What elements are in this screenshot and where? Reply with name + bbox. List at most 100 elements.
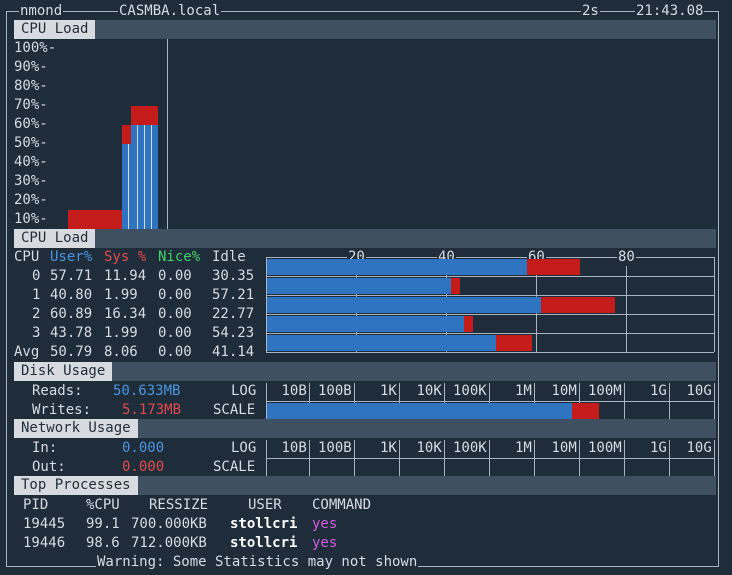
scale-divider xyxy=(399,440,400,478)
cpu-sys: 16.34 xyxy=(104,306,147,322)
cpu-idle: 57.21 xyxy=(212,287,255,303)
bar-chart-right-border xyxy=(714,257,715,352)
cpu-user-bar xyxy=(267,316,464,332)
scale-divider xyxy=(624,383,625,421)
proc-ressize: 700.000KB xyxy=(131,516,207,532)
cpu-idle: 22.77 xyxy=(212,306,255,322)
scale-tick-label: 1M xyxy=(515,383,532,399)
y-tick-label: 90%- xyxy=(14,59,48,75)
graph-sys-bar xyxy=(68,210,122,229)
col-user: User% xyxy=(50,249,93,265)
clock-time: 21:43.08 xyxy=(635,2,705,20)
network-usage-label: Network Usage xyxy=(14,419,138,438)
disk-reads-label: Reads: xyxy=(32,383,83,399)
scale-tick-label: 100M xyxy=(588,440,622,456)
scale-tick-label: 100B xyxy=(318,383,352,399)
scale-tick-label: 10B xyxy=(281,440,307,456)
host-name: CASMBA.local xyxy=(118,2,222,20)
top-processes-header: Top Processes xyxy=(14,476,716,495)
scale-tick-label: 10G xyxy=(686,440,712,456)
col-sys: Sys % xyxy=(104,249,147,265)
y-tick-label: 30%- xyxy=(14,173,48,189)
bar-chart-grid-vline xyxy=(626,257,627,352)
scale-right-border xyxy=(714,440,715,478)
proc-col-user: USER xyxy=(248,497,282,513)
col-idle: Idle xyxy=(212,249,246,265)
y-tick-label: 70%- xyxy=(14,97,48,113)
net-log-label: LOG xyxy=(231,440,257,456)
scale-tick-label: 10K xyxy=(416,383,442,399)
net-in-value: 0.000 xyxy=(122,440,165,456)
scale-tick-label: 100K xyxy=(453,383,487,399)
scale-divider xyxy=(534,440,535,478)
cpu-nice: 0.00 xyxy=(158,325,192,341)
cpu-id: Avg xyxy=(14,344,40,360)
disk-usage-header: Disk Usage xyxy=(14,362,716,381)
y-tick-label: 40%- xyxy=(14,154,48,170)
scale-divider xyxy=(669,383,670,421)
proc-cpu: 99.1 xyxy=(86,516,120,532)
y-tick-label: 100%- xyxy=(14,40,57,56)
scale-tick-label: 10B xyxy=(281,383,307,399)
cpu-nice: 0.00 xyxy=(158,287,192,303)
graph-user-bar xyxy=(122,143,131,229)
cpu-sys-bar xyxy=(450,278,460,294)
cpu-user: 40.80 xyxy=(50,287,93,303)
scale-tick-label: 1G xyxy=(650,383,667,399)
bar-chart-gridline xyxy=(266,295,714,296)
cpu-sys-bar xyxy=(495,335,532,351)
y-tick-label: 50%- xyxy=(14,135,48,151)
y-tick-label: 10%- xyxy=(14,211,48,227)
proc-col-cpu: %CPU xyxy=(86,497,120,513)
col-cpu: CPU xyxy=(14,249,40,265)
scale-divider xyxy=(489,440,490,478)
disk-usage-label: Disk Usage xyxy=(14,362,113,381)
col-nice: Nice% xyxy=(158,249,201,265)
proc-ressize: 712.000KB xyxy=(131,535,207,551)
disk-log-label: LOG xyxy=(231,383,257,399)
scale-divider xyxy=(624,440,625,478)
proc-col-command: COMMAND xyxy=(312,497,372,513)
cpu-load-graph-label: CPU Load xyxy=(14,20,96,39)
disk-scale-label: SCALE xyxy=(213,402,256,418)
proc-command: yes xyxy=(312,535,338,551)
top-processes-label: Top Processes xyxy=(14,476,138,495)
proc-col-ressize: RESSIZE xyxy=(149,497,209,513)
bar-chart-bottom-border xyxy=(266,352,714,353)
cpu-user-bar xyxy=(267,297,541,313)
cpu-sys-bar xyxy=(526,259,581,275)
graph-sys-bar xyxy=(122,124,131,144)
cpu-idle: 41.14 xyxy=(212,344,255,360)
scale-tick-label: 100M xyxy=(588,383,622,399)
y-tick-label: 80%- xyxy=(14,78,48,94)
scale-mid-line xyxy=(266,458,714,459)
cpu-id: 3 xyxy=(32,325,41,341)
scale-tick-label: 10G xyxy=(686,383,712,399)
scale-tick-label: 1M xyxy=(515,440,532,456)
cpu-idle: 30.35 xyxy=(212,268,255,284)
scale-divider xyxy=(669,440,670,478)
disk-reads-value: 50.633MB xyxy=(113,383,181,399)
scale-tick-label: 100K xyxy=(453,440,487,456)
scale-tick-label: 10K xyxy=(416,440,442,456)
cpu-user-bar xyxy=(267,278,451,294)
cpu-nice: 0.00 xyxy=(158,344,192,360)
cpu-sys: 1.99 xyxy=(104,325,138,341)
scale-tick-label: 1K xyxy=(380,383,397,399)
net-scale-label: SCALE xyxy=(213,459,256,475)
scale-tick-label: 1K xyxy=(380,440,397,456)
cpu-id: 2 xyxy=(32,306,41,322)
proc-pid: 19445 xyxy=(23,516,66,532)
proc-user: stollcri xyxy=(230,516,298,532)
cpu-id: 0 xyxy=(32,268,41,284)
proc-pid: 19446 xyxy=(23,535,66,551)
cpu-user: 57.71 xyxy=(50,268,93,284)
scale-tick-label: 10M xyxy=(551,383,577,399)
scale-divider xyxy=(444,440,445,478)
disk-writes-value: 5.173MB xyxy=(122,402,182,418)
cpu-user-bar xyxy=(267,335,496,351)
cpu-nice: 0.00 xyxy=(158,306,192,322)
proc-cpu: 98.6 xyxy=(86,535,120,551)
cpu-load-graph-header: CPU Load xyxy=(14,20,716,39)
cpu-user: 60.89 xyxy=(50,306,93,322)
